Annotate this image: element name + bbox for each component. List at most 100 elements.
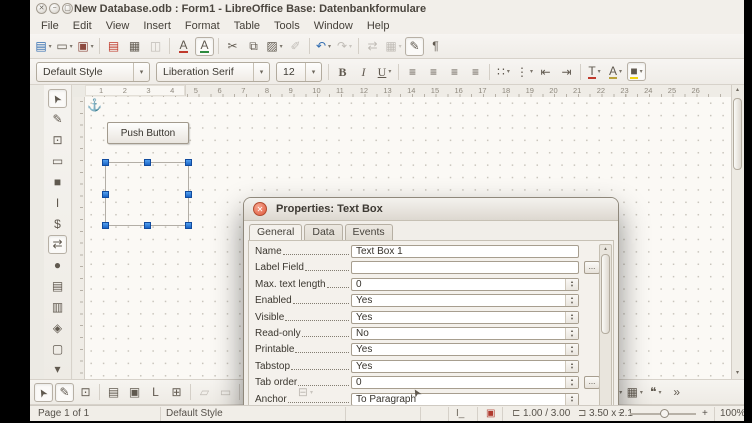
bullet-list-button[interactable]: ∷▾ [494, 62, 513, 81]
menu-format[interactable]: Format [178, 19, 227, 33]
menu-view[interactable]: View [99, 19, 137, 33]
spinner-icon[interactable]: ▴▾ [565, 328, 578, 339]
spinner-icon[interactable]: ▴▾ [565, 361, 578, 372]
copy-button[interactable]: ⧉ [244, 37, 263, 56]
bold-button[interactable]: B [333, 62, 352, 81]
font-name-combo[interactable]: Liberation Serif ▾ [156, 62, 270, 82]
form-design-button[interactable]: ▣ [125, 383, 144, 402]
name-field[interactable]: Text Box 1 [351, 245, 579, 258]
font-color-button[interactable]: T▾ [585, 62, 604, 81]
menu-file[interactable]: File [34, 19, 66, 33]
chevron-down-icon[interactable]: ▾ [305, 63, 321, 81]
combo-box-button[interactable]: ▥ [48, 298, 67, 317]
activation-order-button[interactable]: L [146, 383, 165, 402]
tab-order-field[interactable]: 0▴▾ [351, 376, 579, 389]
scroll-down-icon[interactable]: ▾ [732, 368, 743, 379]
zoom-level[interactable]: 100% [720, 408, 744, 419]
ellipsis-button[interactable]: ... [584, 261, 600, 274]
selection-mode-icon[interactable]: I_ [456, 408, 464, 419]
dropdown-arrow-icon[interactable]: ▾ [530, 68, 533, 75]
push-button-control[interactable]: Push Button [107, 122, 189, 144]
menu-help[interactable]: Help [360, 19, 397, 33]
ellipsis-button[interactable]: ... [584, 376, 600, 389]
dropdown-arrow-icon[interactable]: ▾ [91, 43, 94, 50]
maximize-window-icon[interactable]: ▢ [62, 3, 73, 14]
dropdown-arrow-icon[interactable]: ▾ [49, 43, 52, 50]
resize-handle[interactable] [144, 159, 151, 166]
page-count[interactable]: Page 1 of 1 [38, 408, 89, 419]
align-center-button[interactable]: ≡ [424, 62, 443, 81]
select-button[interactable]: ➤ [34, 383, 53, 402]
push-button-button[interactable]: ⇄ [48, 235, 67, 254]
paste-button[interactable]: ▨▾ [265, 37, 284, 56]
read-only-field[interactable]: No▴▾ [351, 327, 579, 340]
page-style[interactable]: Default Style [166, 408, 223, 419]
spelling-button[interactable]: A [174, 37, 193, 56]
tab-events[interactable]: Events [345, 224, 393, 241]
dropdown-arrow-icon[interactable]: ▾ [619, 389, 622, 396]
spinner-icon[interactable]: ▴▾ [565, 312, 578, 323]
zoom-out-icon[interactable]: − [618, 408, 624, 419]
resize-handle[interactable] [102, 159, 109, 166]
save-button[interactable]: ▣▾ [76, 37, 95, 56]
chevron-down-icon[interactable]: ▾ [133, 63, 149, 81]
dropdown-arrow-icon[interactable]: ▾ [640, 389, 643, 396]
scrollbar-thumb[interactable] [733, 98, 742, 170]
dropdown-arrow-icon[interactable]: ▾ [280, 43, 283, 50]
design-mode-button[interactable]: ✎ [48, 110, 67, 129]
vertical-ruler[interactable] [73, 97, 85, 379]
zoom-in-icon[interactable]: + [702, 408, 708, 419]
dropdown-arrow-icon[interactable]: ▾ [310, 389, 313, 396]
resize-handle[interactable] [185, 159, 192, 166]
tab-general[interactable]: General [249, 224, 302, 241]
resize-handle[interactable] [102, 222, 109, 229]
dropdown-arrow-icon[interactable]: ▾ [658, 389, 661, 396]
menu-edit[interactable]: Edit [66, 19, 99, 33]
open-button[interactable]: ▭▾ [55, 37, 74, 56]
justify-button[interactable]: ≡ [466, 62, 485, 81]
form-navigator-button[interactable]: ▤ [104, 383, 123, 402]
text-box-button[interactable]: I [48, 193, 67, 212]
wizard-toggle-button[interactable]: ⊡ [48, 131, 67, 150]
more-controls-button[interactable]: ▾ [48, 359, 67, 378]
zoom-slider-knob[interactable] [660, 409, 669, 418]
wizard-toggle-button[interactable]: ⊡ [76, 383, 95, 402]
max-text-length-field[interactable]: 0▴▾ [351, 278, 579, 291]
menu-table[interactable]: Table [227, 19, 267, 33]
align-left-button[interactable]: ≡ [403, 62, 422, 81]
vertical-scrollbar[interactable]: ▴ ▾ [731, 85, 744, 379]
cut-button[interactable]: ✂ [223, 37, 242, 56]
option-button-button[interactable]: ● [48, 256, 67, 275]
flowchart-button[interactable]: ▦▾ [625, 383, 644, 402]
chevron-down-icon[interactable]: ▾ [253, 63, 269, 81]
menu-insert[interactable]: Insert [136, 19, 178, 33]
dropdown-arrow-icon[interactable]: ▾ [640, 68, 643, 75]
currency-field-button[interactable]: $ [48, 214, 67, 233]
spinner-icon[interactable]: ▴▾ [565, 394, 578, 405]
design-mode-button[interactable]: ✎ [55, 383, 74, 402]
enabled-field[interactable]: Yes▴▾ [351, 294, 579, 307]
object-size[interactable]: 3.50 x 2.1 [589, 408, 633, 419]
formatted-field-button[interactable]: ▢ [48, 339, 67, 358]
spinner-icon[interactable]: ▴▾ [565, 377, 578, 388]
dropdown-arrow-icon[interactable]: ▾ [399, 43, 402, 50]
resize-handle[interactable] [185, 191, 192, 198]
decrease-indent-button[interactable]: ⇤ [536, 62, 555, 81]
printable-field[interactable]: Yes▴▾ [351, 343, 579, 356]
scroll-up-icon[interactable]: ▴ [732, 85, 743, 96]
numbered-list-button[interactable]: ⋮▾ [515, 62, 534, 81]
auto-spellcheck-button[interactable]: A [195, 37, 214, 56]
font-size-combo[interactable]: 12 ▾ [276, 62, 322, 82]
list-box-button[interactable]: ▤ [48, 277, 67, 296]
new-document-button[interactable]: ▤▾ [34, 37, 53, 56]
resize-handle[interactable] [102, 191, 109, 198]
dropdown-arrow-icon[interactable]: ▾ [388, 68, 391, 75]
resize-handle[interactable] [185, 222, 192, 229]
tab-data[interactable]: Data [304, 224, 342, 241]
underline-button[interactable]: U▾ [375, 62, 394, 81]
selected-text-box-control[interactable] [105, 162, 189, 226]
dialog-scrollbar[interactable]: ▴ ▾ [599, 244, 612, 421]
dropdown-arrow-icon[interactable]: ▾ [619, 68, 622, 75]
background-color-button[interactable]: ■▾ [627, 62, 646, 81]
more-shapes-button[interactable]: » [667, 383, 686, 402]
